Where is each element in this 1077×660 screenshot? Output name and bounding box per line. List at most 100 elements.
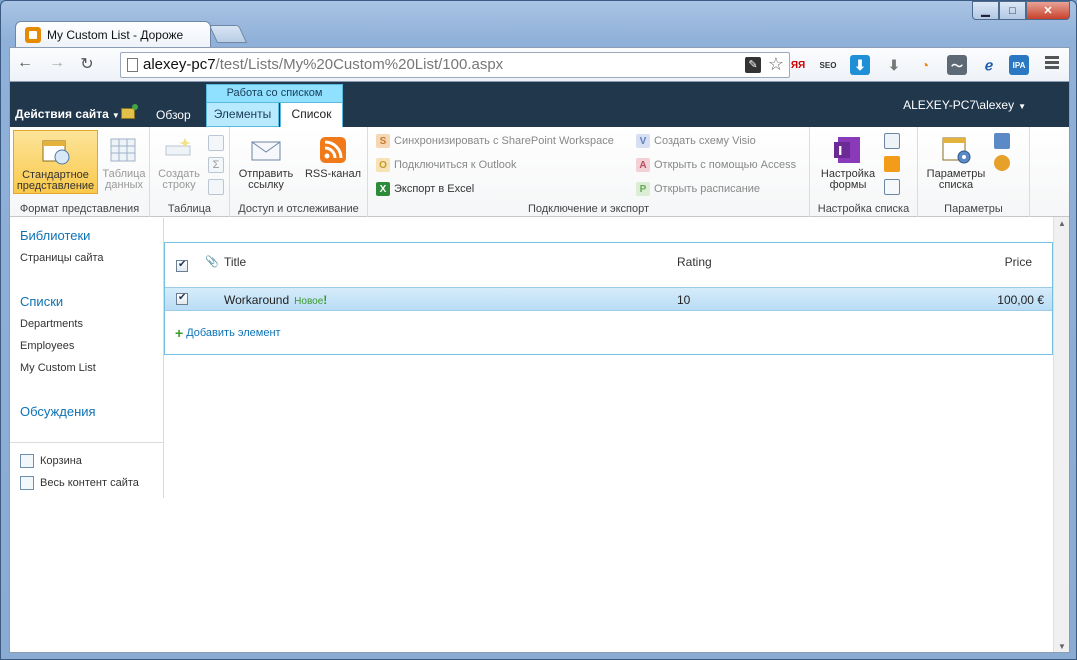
ql-all-content[interactable]: Весь контент сайта: [20, 476, 139, 490]
ribbon-group-customize-list: I Настройка формы Настройка списка: [810, 127, 918, 217]
datasheet-view-label: Таблица данных: [102, 168, 146, 191]
url-host: alexey-pc7: [143, 56, 216, 73]
item-title-link[interactable]: Workaround: [224, 293, 289, 307]
group-label-datasheet: Таблица: [167, 203, 212, 215]
visio-icon: V: [636, 134, 650, 148]
tab-list[interactable]: Список: [280, 103, 343, 127]
url-path: /test/Lists/My%20Custom%20List/100.aspx: [215, 56, 504, 73]
cell-title[interactable]: Workaround Новое!: [224, 293, 327, 307]
ql-item-departments[interactable]: Departments: [20, 318, 83, 330]
minimize-button[interactable]: ▁: [972, 1, 999, 20]
monitor-extension-icon[interactable]: 〜: [947, 55, 967, 75]
edit-list-icon[interactable]: [884, 133, 900, 149]
reload-button[interactable]: ↻: [76, 54, 98, 74]
add-item-link[interactable]: + Добавить элемент: [175, 325, 281, 341]
bookmark-star-icon[interactable]: ☆: [768, 54, 784, 75]
window-controls: ▁ □ ✕: [972, 1, 1070, 21]
ql-heading-discussions[interactable]: Обсуждения: [20, 404, 96, 419]
close-window-button[interactable]: ✕: [1026, 1, 1070, 20]
totals-sigma-icon[interactable]: Σ: [208, 157, 224, 173]
excel-icon: X: [376, 182, 390, 196]
envelope-icon: [251, 141, 281, 161]
datasheet-view-button[interactable]: Таблица данных: [100, 130, 148, 194]
tab-items[interactable]: Элементы: [206, 103, 279, 127]
connect-outlook-button[interactable]: O Подключиться к Outlook: [376, 155, 517, 175]
alert-settings-icon[interactable]: [994, 155, 1010, 171]
customize-form-label: Настройка формы: [820, 168, 876, 191]
all-content-label: Весь контент сайта: [40, 477, 139, 489]
list-view: 📎 Title Rating Price Workaround Новое! 10…: [164, 242, 1053, 355]
standard-view-icon: [42, 140, 69, 165]
new-quick-step-icon[interactable]: [884, 179, 900, 195]
download-stop-icon[interactable]: ⬇: [884, 55, 904, 75]
column-header-rating[interactable]: Rating: [677, 255, 712, 269]
sharepoint-favicon-icon: [25, 27, 41, 43]
ql-separator: [10, 442, 164, 443]
table-row[interactable]: Workaround Новое! 10 100,00 €: [165, 287, 1052, 311]
back-button[interactable]: ←: [14, 54, 36, 72]
create-visio-button[interactable]: V Создать схему Visio: [636, 131, 756, 151]
download-extension-icon[interactable]: ⬇: [850, 55, 870, 75]
wrench-icon[interactable]: ✎: [745, 57, 761, 73]
customize-form-button[interactable]: I Настройка формы: [814, 130, 882, 194]
standard-view-button[interactable]: Стандартное представление: [13, 130, 98, 194]
forward-button[interactable]: →: [46, 54, 68, 72]
ribbon-group-share-track: Отправить ссылку RSS-канал Доступ и отсл…: [230, 127, 368, 217]
chrome-menu-icon[interactable]: [1045, 56, 1059, 71]
ql-item-my-custom-list[interactable]: My Custom List: [20, 362, 96, 374]
ribbon-group-datasheet: Создать строку Σ Таблица: [150, 127, 230, 217]
show-pane-icon[interactable]: [208, 135, 224, 151]
refresh-data-icon[interactable]: [208, 179, 224, 195]
rss-feed-button[interactable]: RSS-канал: [302, 130, 364, 194]
all-content-icon: [20, 476, 34, 490]
ql-heading-lists[interactable]: Списки: [20, 294, 63, 309]
list-settings-button[interactable]: Параметры списка: [922, 130, 990, 194]
create-row-button[interactable]: Создать строку: [154, 130, 204, 194]
select-all-checkbox[interactable]: [176, 259, 188, 272]
group-label-customize-list: Настройка списка: [817, 203, 910, 215]
user-name: ALEXEY-PC7\alexey: [903, 98, 1015, 112]
recycle-bin-icon: [20, 454, 34, 468]
ql-heading-libraries[interactable]: Библиотеки: [20, 228, 90, 243]
outlook-icon: O: [376, 158, 390, 172]
ipa-extension-icon[interactable]: IPA: [1009, 55, 1029, 75]
create-row-label: Создать строку: [158, 168, 200, 191]
chevron-down-icon: ▼: [111, 111, 120, 120]
rss-plus-icon[interactable]: ◔: [915, 55, 935, 75]
vertical-scrollbar[interactable]: ▲ ▼: [1053, 217, 1069, 652]
list-settings-icon: [942, 137, 971, 164]
row-checkbox[interactable]: [176, 292, 188, 305]
sync-workspace-label: Синхронизировать с SharePoint Workspace: [394, 135, 614, 147]
open-access-button[interactable]: A Открыть с помощью Access: [636, 155, 796, 175]
tab-browse[interactable]: Обзор: [156, 108, 191, 122]
new-exclamation-icon: !: [323, 293, 328, 307]
ql-item-site-pages[interactable]: Страницы сайта: [20, 252, 104, 264]
column-header-title[interactable]: Title: [224, 255, 246, 269]
export-excel-button[interactable]: X Экспорт в Excel: [376, 179, 474, 199]
workflow-icon[interactable]: [884, 156, 900, 172]
column-header-price[interactable]: Price: [1005, 255, 1032, 269]
user-menu[interactable]: ALEXEY-PC7\alexey ▼: [903, 98, 1026, 112]
new-tab-button[interactable]: [208, 25, 248, 43]
scroll-up-icon[interactable]: ▲: [1058, 219, 1066, 228]
open-schedule-button[interactable]: P Открыть расписание: [636, 179, 760, 199]
scroll-down-icon[interactable]: ▼: [1058, 642, 1066, 651]
standard-view-label: Стандартное представление: [16, 169, 95, 192]
chevron-down-icon: ▼: [1018, 102, 1026, 111]
ql-item-employees[interactable]: Employees: [20, 340, 74, 352]
permissions-icon[interactable]: [994, 133, 1010, 149]
site-actions-menu[interactable]: Действия сайта ▼: [15, 107, 120, 121]
ql-recycle-bin[interactable]: Корзина: [20, 454, 82, 468]
list-tools-context-group: Работа со списком: [206, 84, 343, 103]
browser-tab[interactable]: My Custom List - Дороже: [15, 21, 211, 47]
sync-workspace-button[interactable]: S Синхронизировать с SharePoint Workspace: [376, 131, 614, 151]
navigate-up-icon[interactable]: [121, 104, 138, 119]
email-link-button[interactable]: Отправить ссылку: [234, 130, 298, 194]
address-bar[interactable]: alexey-pc7/test/Lists/My%20Custom%20List…: [120, 52, 790, 78]
maximize-button[interactable]: □: [999, 1, 1026, 20]
ie-tab-icon[interactable]: ℯ: [979, 55, 999, 75]
yandex-extension-icon[interactable]: ЯЯ: [788, 55, 808, 75]
ribbon-topbar: Действия сайта ▼ Обзор Работа со списком …: [10, 82, 1069, 127]
seo-extension-icon[interactable]: SEO: [818, 55, 838, 75]
create-visio-label: Создать схему Visio: [654, 135, 756, 147]
